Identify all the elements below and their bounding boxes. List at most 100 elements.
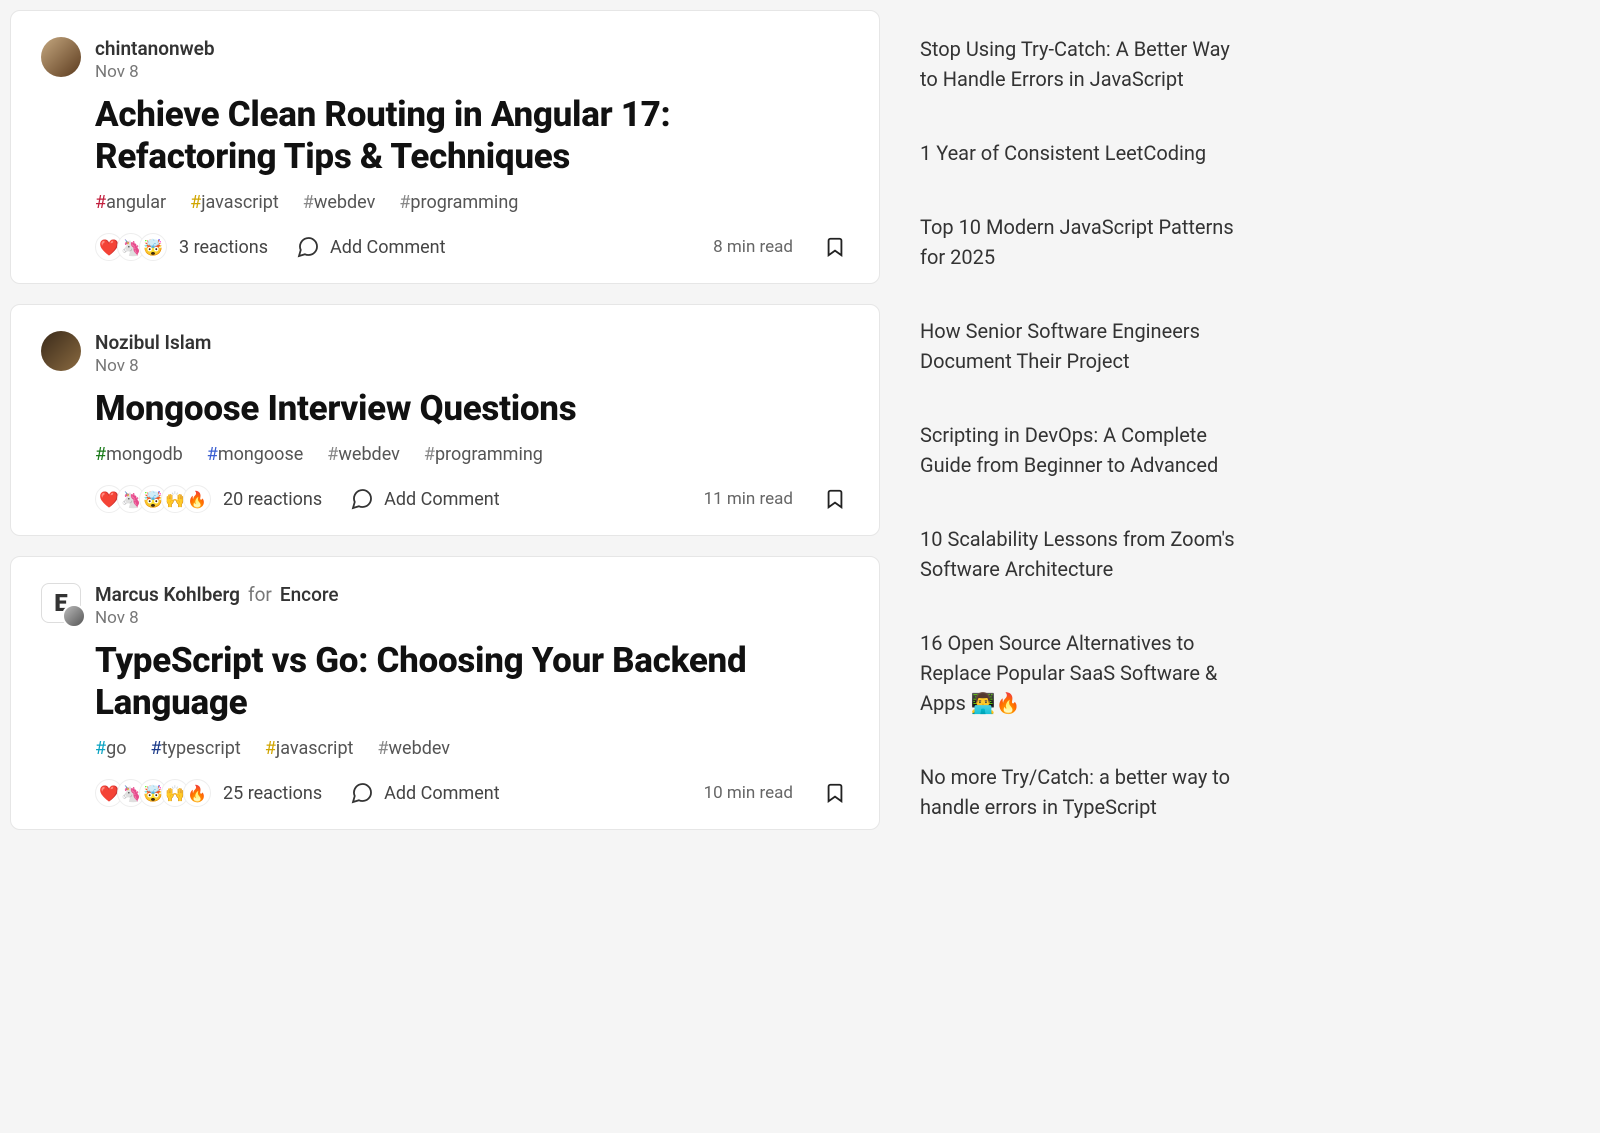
post-date: Nov 8 [95,356,211,376]
tag[interactable]: #mongoose [207,444,304,465]
author-avatar[interactable] [41,37,81,77]
article-title[interactable]: Achieve Clean Routing in Angular 17: Ref… [95,94,849,178]
tag-name: webdev [314,192,375,213]
reaction-stack: ❤️🦄🤯🙌🔥 [95,779,211,807]
byline: Marcus Kohlberg for EncoreNov 8 [95,583,339,628]
byline: Nozibul IslamNov 8 [95,331,211,376]
article-feed: chintanonwebNov 8Achieve Clean Routing i… [10,10,880,830]
comments-label: Add Comment [330,237,445,258]
tag-name: webdev [338,444,399,465]
tag-name: webdev [389,738,450,759]
sidebar-item[interactable]: 1 Year of Consistent LeetCoding [920,138,1240,168]
meta-bar: ❤️🦄🤯🙌🔥25 reactionsAdd Comment10 min read [95,779,849,807]
tag-name: mongoose [218,444,303,465]
byline-for: for [248,583,272,606]
card-header: chintanonwebNov 8 [41,37,849,82]
add-comment-button[interactable]: Add Comment [350,487,499,511]
post-date: Nov 8 [95,608,339,628]
hash-icon: # [424,444,435,465]
article-card[interactable]: chintanonwebNov 8 Achieve Clean Routing i… [10,10,880,284]
tag-list: #go#typescript#javascript#webdev [95,738,849,759]
reactions-count: 25 reactions [223,783,322,804]
hash-icon: # [303,192,314,213]
author-avatar[interactable] [62,604,86,628]
add-comment-button[interactable]: Add Comment [296,235,445,259]
comment-icon [350,487,374,511]
read-time: 8 min read [713,237,793,257]
article-title[interactable]: Mongoose Interview Questions [95,388,849,430]
byline: chintanonwebNov 8 [95,37,215,82]
reaction-icon: 🤯 [139,233,167,261]
reactions-button[interactable]: ❤️🦄🤯 3 reactions [95,233,268,261]
tag-name: programming [410,192,518,213]
author-name[interactable]: Nozibul Islam [95,331,211,354]
tag[interactable]: #angular [95,192,166,213]
hash-icon: # [207,444,218,465]
sidebar-item[interactable]: Stop Using Try-Catch: A Better Way to Ha… [920,34,1240,94]
sidebar-item[interactable]: No more Try/Catch: a better way to handl… [920,762,1240,822]
hash-icon: # [265,738,276,759]
comment-icon [296,235,320,259]
tag[interactable]: #javascript [190,192,279,213]
article-card[interactable]: E Marcus Kohlberg for EncoreNov 8 TypeScript… [10,556,880,830]
tag[interactable]: #go [95,738,126,759]
add-comment-button[interactable]: Add Comment [350,781,499,805]
reaction-icon: 🔥 [183,485,211,513]
tag-name: programming [435,444,543,465]
comment-icon [350,781,374,805]
tag[interactable]: #webdev [377,738,450,759]
bookmark-button[interactable] [821,779,849,807]
post-date: Nov 8 [95,62,215,82]
hash-icon: # [327,444,338,465]
tag-name: typescript [162,738,241,759]
tag[interactable]: #typescript [150,738,240,759]
author-name[interactable]: chintanonweb [95,37,215,60]
bookmark-icon [824,234,846,260]
tag-name: javascript [201,192,279,213]
sidebar-item[interactable]: Top 10 Modern JavaScript Patterns for 20… [920,212,1240,272]
reactions-button[interactable]: ❤️🦄🤯🙌🔥 25 reactions [95,779,322,807]
hash-icon: # [399,192,410,213]
tag-list: #angular#javascript#webdev#programming [95,192,849,213]
reactions-button[interactable]: ❤️🦄🤯🙌🔥 20 reactions [95,485,322,513]
sidebar-item[interactable]: 16 Open Source Alternatives to Replace P… [920,628,1240,718]
comments-label: Add Comment [384,783,499,804]
author-name[interactable]: Marcus Kohlberg [95,583,240,606]
reaction-icon: 🔥 [183,779,211,807]
bookmark-button[interactable] [821,233,849,261]
tag-name: go [106,738,126,759]
tag-name: angular [106,192,166,213]
reactions-count: 3 reactions [179,237,268,258]
card-header: E Marcus Kohlberg for EncoreNov 8 [41,583,849,628]
bookmark-button[interactable] [821,485,849,513]
sidebar-trending: Stop Using Try-Catch: A Better Way to Ha… [900,10,1260,846]
hash-icon: # [377,738,388,759]
tag[interactable]: #mongodb [95,444,183,465]
tag[interactable]: #webdev [327,444,400,465]
reaction-stack: ❤️🦄🤯 [95,233,167,261]
article-card[interactable]: Nozibul IslamNov 8 Mongoose Interview Que… [10,304,880,536]
org-name[interactable]: Encore [280,583,339,606]
reaction-stack: ❤️🦄🤯🙌🔥 [95,485,211,513]
sidebar-item[interactable]: How Senior Software Engineers Document T… [920,316,1240,376]
article-title[interactable]: TypeScript vs Go: Choosing Your Backend … [95,640,849,724]
comments-label: Add Comment [384,489,499,510]
tag-list: #mongodb#mongoose#webdev#programming [95,444,849,465]
org-avatar[interactable]: E [41,583,81,623]
hash-icon: # [190,192,201,213]
tag[interactable]: #programming [399,192,518,213]
tag[interactable]: #webdev [303,192,376,213]
sidebar-item[interactable]: Scripting in DevOps: A Complete Guide fr… [920,420,1240,480]
bookmark-icon [824,780,846,806]
meta-bar: ❤️🦄🤯🙌🔥 20 reactions Add Comment 11 min read [95,485,849,513]
tag[interactable]: #programming [424,444,543,465]
tag[interactable]: #javascript [265,738,354,759]
meta-bar: ❤️🦄🤯 3 reactions Add Comment 8 min read [95,233,849,261]
card-header: Nozibul IslamNov 8 [41,331,849,376]
tag-name: mongodb [106,444,183,465]
read-time: 11 min read [704,489,793,509]
sidebar-item[interactable]: 10 Scalability Lessons from Zoom's Softw… [920,524,1240,584]
reactions-count: 20 reactions [223,489,322,510]
hash-icon: # [95,444,106,465]
author-avatar[interactable] [41,331,81,371]
